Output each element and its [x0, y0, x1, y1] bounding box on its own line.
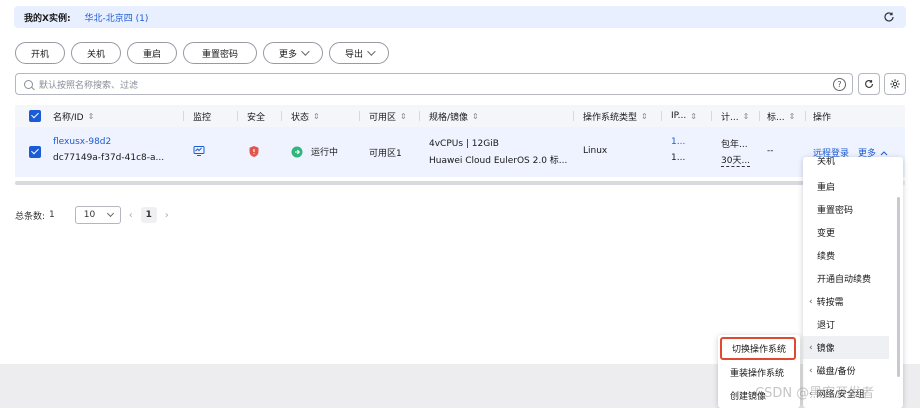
- menu-item-unsubscribe[interactable]: 退订: [803, 313, 903, 336]
- menu-item-power-off[interactable]: 关机: [803, 157, 903, 172]
- next-page-icon[interactable]: ›: [165, 210, 169, 221]
- chevron-down-icon: [367, 47, 376, 56]
- region-bar: 我的X实例: 华北-北京四 (1): [14, 6, 906, 28]
- instance-name-link[interactable]: flexusx-98d2: [53, 137, 111, 147]
- sort-icon: ⇕: [788, 111, 796, 121]
- restart-button[interactable]: 重启: [127, 42, 177, 64]
- sort-icon: ⇕: [472, 111, 479, 121]
- search-input[interactable]: 默认按照名称搜索、过滤 ?: [15, 73, 853, 95]
- more-actions-button[interactable]: 更多: [263, 42, 323, 64]
- col-ops: 操作: [813, 112, 832, 123]
- menu-item-auto-renew[interactable]: 开通自动续费: [803, 267, 903, 290]
- sort-icon: ⇕: [742, 111, 750, 121]
- export-button[interactable]: 导出: [329, 42, 389, 64]
- tags-value: --: [767, 146, 774, 156]
- col-spec[interactable]: 规格/镜像 ⇕: [429, 105, 479, 127]
- switch-os-item[interactable]: 切换操作系统: [720, 337, 796, 360]
- sort-icon: ⇕: [641, 111, 648, 121]
- ip-address-1[interactable]: 1...: [671, 137, 685, 147]
- menu-item-reset-password[interactable]: 重置密码: [803, 198, 903, 221]
- instance-id: dc77149a-f37d-41c8-a...: [53, 153, 165, 163]
- settings-button[interactable]: [884, 73, 906, 95]
- select-all-checkbox[interactable]: [29, 110, 41, 122]
- region-label: 我的X实例:: [24, 13, 71, 24]
- menu-item-to-on-demand[interactable]: ‹ 转按需: [803, 290, 903, 313]
- chevron-down-icon: [106, 209, 114, 218]
- watermark-text: CSDN @黑客开发者: [755, 386, 875, 401]
- spec-text: 4vCPUs | 12GiB: [429, 139, 499, 149]
- table-header: 名称/ID ⇕ 监控 安全 状态 ⇕ 可用区 ⇕ 规格/镜像 ⇕ 操作系统类型 ⇕ IP.…: [15, 105, 905, 127]
- chevron-left-icon: ‹: [809, 296, 813, 307]
- col-ip[interactable]: IP... ⇕: [671, 105, 697, 127]
- power-off-button[interactable]: 关机: [71, 42, 121, 64]
- sort-icon: ⇕: [690, 111, 697, 121]
- col-az[interactable]: 可用区 ⇕: [369, 105, 407, 127]
- col-name[interactable]: 名称/ID ⇕: [53, 105, 94, 127]
- table-row: flexusx-98d2 dc77149a-f37d-41c8-a... 运行中…: [15, 127, 905, 177]
- row-checkbox[interactable]: [29, 146, 41, 158]
- gear-icon: [890, 79, 900, 89]
- os-type: Linux: [583, 146, 608, 156]
- image-text: Huawei Cloud EulerOS 2.0 标...: [429, 156, 568, 166]
- help-icon[interactable]: ?: [833, 78, 846, 91]
- reset-password-button[interactable]: 重置密码: [183, 42, 257, 64]
- col-os-type[interactable]: 操作系统类型 ⇕: [583, 105, 648, 127]
- horizontal-scrollbar[interactable]: [15, 181, 805, 185]
- menu-item-renew[interactable]: 续费: [803, 244, 903, 267]
- shield-icon[interactable]: [248, 145, 260, 161]
- menu-item-disk-backup[interactable]: ‹ 磁盘/备份: [803, 359, 903, 382]
- total-count: 1: [49, 210, 55, 220]
- billing-mode: 包年...: [721, 140, 748, 150]
- chevron-left-icon: ‹: [809, 365, 813, 376]
- running-icon: [291, 146, 303, 157]
- power-on-button[interactable]: 开机: [15, 42, 65, 64]
- chevron-left-icon: ‹: [809, 342, 813, 353]
- reinstall-os-item[interactable]: 重装操作系统: [718, 361, 800, 384]
- current-page[interactable]: 1: [140, 207, 157, 223]
- col-billing[interactable]: 计... ⇕: [721, 105, 749, 127]
- more-menu: 关机 重启 重置密码 变更 续费 开通自动续费 ‹ 转按需 退订 ‹ 镜像 ‹ 磁盘/…: [803, 157, 903, 408]
- chevron-down-icon: [301, 47, 310, 56]
- menu-scrollbar[interactable]: [897, 197, 900, 377]
- ip-address-2: 1...: [671, 153, 686, 163]
- search-icon: [24, 79, 33, 89]
- pagination: 总条数: 1 10 ‹ 1 ›: [15, 206, 169, 224]
- status-badge: 运行中: [291, 145, 338, 158]
- col-status[interactable]: 状态 ⇕: [291, 105, 320, 127]
- main-page: 我的X实例: 华北-北京四 (1) 开机 关机 重启 重置密码 更多 导出 默认…: [0, 0, 920, 364]
- billing-expiry[interactable]: 30天...: [721, 153, 751, 167]
- total-label: 总条数:: [15, 211, 46, 222]
- menu-item-image[interactable]: ‹ 镜像: [803, 336, 889, 359]
- col-security: 安全: [247, 112, 266, 123]
- monitor-icon[interactable]: [193, 145, 205, 160]
- sort-icon: ⇕: [87, 111, 95, 121]
- col-tags[interactable]: 标... ⇕: [767, 105, 795, 127]
- search-placeholder: 默认按照名称搜索、过滤: [39, 80, 139, 91]
- sort-icon: ⇕: [400, 111, 407, 121]
- instance-table: 名称/ID ⇕ 监控 安全 状态 ⇕ 可用区 ⇕ 规格/镜像 ⇕ 操作系统类型 ⇕ IP.…: [15, 105, 905, 177]
- prev-page-icon[interactable]: ‹: [129, 210, 133, 221]
- refresh-icon[interactable]: [882, 10, 896, 24]
- action-toolbar: 开机 关机 重启 重置密码 更多 导出: [15, 42, 389, 64]
- refresh-icon: [865, 79, 873, 88]
- availability-zone: 可用区1: [369, 149, 402, 159]
- chevron-up-icon: [880, 150, 888, 155]
- col-monitor: 监控: [193, 112, 212, 123]
- sort-icon: ⇕: [313, 111, 320, 121]
- region-selector[interactable]: 华北-北京四 (1): [85, 11, 149, 24]
- refresh-button[interactable]: [858, 73, 880, 95]
- page-size-select[interactable]: 10: [74, 206, 121, 224]
- menu-item-change[interactable]: 变更: [803, 221, 903, 244]
- menu-item-restart[interactable]: 重启: [803, 175, 903, 198]
